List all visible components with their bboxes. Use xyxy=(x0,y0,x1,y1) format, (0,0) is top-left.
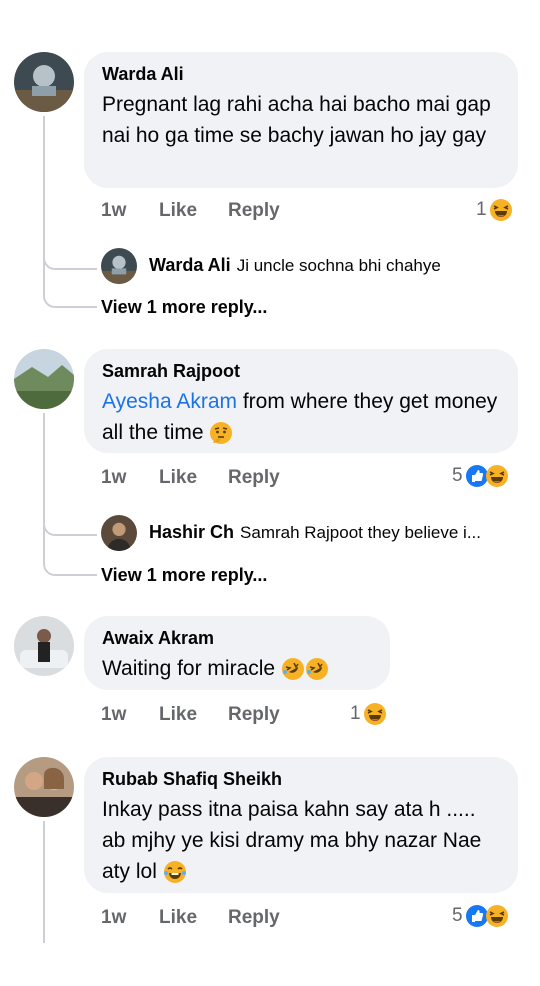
view-more-replies-link[interactable]: View 1 more reply... xyxy=(101,565,267,586)
comment-timestamp[interactable]: 1w xyxy=(101,704,126,726)
comment-author[interactable]: Rubab Shafiq Sheikh xyxy=(102,769,500,790)
haha-emoji-icon xyxy=(489,199,512,221)
reaction-summary[interactable]: 5 xyxy=(452,464,509,488)
thread-line xyxy=(43,821,45,943)
avatar[interactable] xyxy=(14,616,74,676)
reply-button[interactable]: Reply xyxy=(228,467,280,489)
like-button[interactable]: Like xyxy=(159,704,197,726)
comment-author[interactable]: Awaix Akram xyxy=(102,628,372,649)
comment-timestamp[interactable]: 1w xyxy=(101,200,126,222)
reaction-summary[interactable]: 1 xyxy=(476,198,513,222)
joy-emoji-icon xyxy=(163,861,186,884)
comment-bubble: Samrah Rajpoot Ayesha Akram from where t… xyxy=(84,349,518,453)
like-button[interactable]: Like xyxy=(159,200,197,222)
reply-connector xyxy=(43,498,97,536)
mention-link[interactable]: Ayesha Akram xyxy=(102,390,237,413)
thinking-emoji-icon xyxy=(210,422,233,445)
reaction-summary[interactable]: 5 xyxy=(452,904,509,928)
comment-author[interactable]: Samrah Rajpoot xyxy=(102,361,500,382)
reply-avatar[interactable] xyxy=(101,248,137,284)
avatar[interactable] xyxy=(14,52,74,112)
comment-text: Pregnant lag rahi acha hai bacho mai gap… xyxy=(102,93,491,147)
like-button[interactable]: Like xyxy=(159,907,197,929)
view-more-replies-link[interactable]: View 1 more reply... xyxy=(101,297,267,318)
reaction-count: 1 xyxy=(350,703,361,724)
reply-text: Samrah Rajpoot they believe i... xyxy=(240,522,481,542)
haha-emoji-icon xyxy=(485,465,508,487)
reply-button[interactable]: Reply xyxy=(228,704,280,726)
reaction-count: 1 xyxy=(476,199,487,220)
reply-avatar[interactable] xyxy=(101,515,137,551)
haha-emoji-icon xyxy=(363,703,386,725)
reply-author[interactable]: Hashir Ch xyxy=(149,522,234,543)
comment-author[interactable]: Warda Ali xyxy=(102,64,500,85)
reply-connector xyxy=(43,538,97,576)
rofl-emoji-icon xyxy=(281,658,304,681)
reaction-count: 5 xyxy=(452,905,463,926)
comment-text: Inkay pass itna paisa kahn say ata h ...… xyxy=(102,794,500,887)
avatar[interactable] xyxy=(14,757,74,817)
reaction-count: 5 xyxy=(452,465,463,486)
reply-connector xyxy=(43,270,97,308)
reaction-summary[interactable]: 1 xyxy=(350,702,387,726)
reply-button[interactable]: Reply xyxy=(228,200,280,222)
comment-text-body: Waiting for miracle xyxy=(102,657,276,680)
like-button[interactable]: Like xyxy=(159,467,197,489)
reply-preview[interactable]: Hashir Ch Samrah Rajpoot they believe i.… xyxy=(149,522,481,543)
comment-text: Waiting for miracle xyxy=(102,653,372,684)
rofl-emoji-icon xyxy=(305,658,328,681)
comment-bubble: Rubab Shafiq Sheikh Inkay pass itna pais… xyxy=(84,757,518,893)
reply-preview[interactable]: Warda Ali Ji uncle sochna bhi chahye xyxy=(149,255,441,276)
comment-text-body: Inkay pass itna paisa kahn say ata h ...… xyxy=(102,798,482,883)
avatar[interactable] xyxy=(14,349,74,409)
reply-author[interactable]: Warda Ali xyxy=(149,255,231,276)
comment-bubble: Warda Ali Pregnant lag rahi acha hai bac… xyxy=(84,52,518,188)
reply-connector xyxy=(43,232,97,270)
comment-bubble: Awaix Akram Waiting for miracle xyxy=(84,616,390,690)
haha-emoji-icon xyxy=(485,905,508,927)
comment-text: Ayesha Akram from where they get money a… xyxy=(102,386,500,448)
comment-timestamp[interactable]: 1w xyxy=(101,467,126,489)
reply-button[interactable]: Reply xyxy=(228,907,280,929)
comment-timestamp[interactable]: 1w xyxy=(101,907,126,929)
reply-text: Ji uncle sochna bhi chahye xyxy=(236,255,441,275)
